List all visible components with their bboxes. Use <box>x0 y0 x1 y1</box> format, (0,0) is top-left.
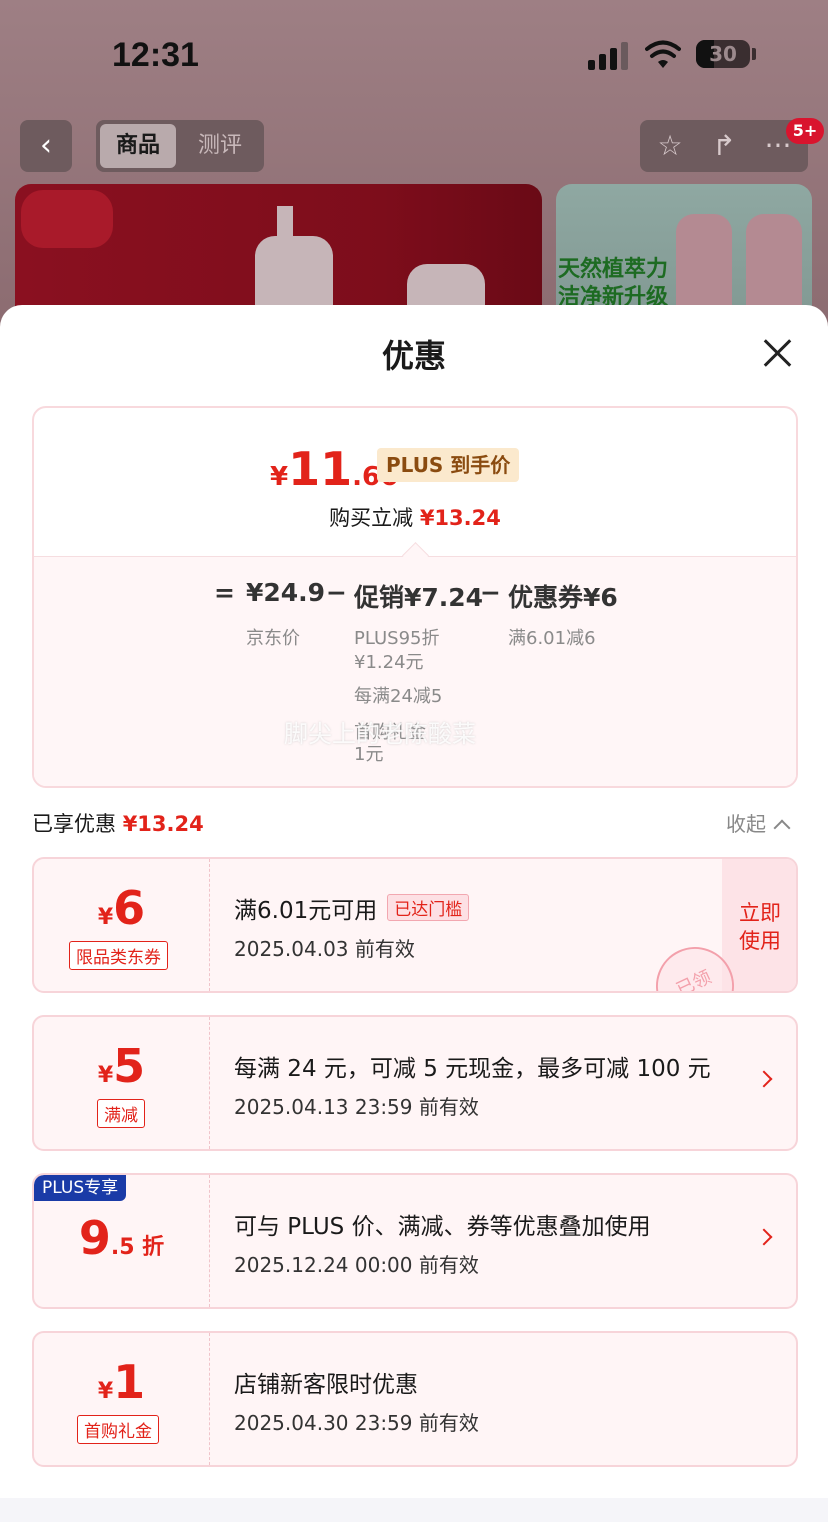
coupon-value: ¥1 <box>34 1355 209 1409</box>
coupon-value: ¥5 <box>34 1039 209 1093</box>
coupon-validity: 2025.04.03 前有效 <box>234 937 415 961</box>
coupon-condition: 每满 24 元，可减 5 元现金，最多可减 100 元 <box>234 1056 711 1082</box>
coupon-card[interactable]: ¥5 满减 每满 24 元，可减 5 元现金，最多可减 100 元 2025.0… <box>32 1015 798 1151</box>
favorite-button[interactable]: ☆ <box>642 120 698 172</box>
sheet-bottom-bar <box>0 1498 828 1522</box>
coupon-amount: 优惠券¥6 <box>508 583 618 612</box>
chevron-up-icon <box>773 819 791 837</box>
promo-detail: PLUS95折 <box>354 628 440 649</box>
instant-discount-label: 购买立减 <box>329 506 414 530</box>
enjoyed-label: 已享优惠 <box>32 812 116 836</box>
price-integer: 11 <box>288 442 353 496</box>
banner-text: 天然植萃力 洁净新升级 <box>558 256 668 312</box>
minus-sign: − <box>480 578 501 607</box>
coupon-value: ¥6 <box>34 881 209 935</box>
use-now-button[interactable]: 立即 使用 <box>722 859 796 991</box>
wifi-icon <box>645 40 681 68</box>
coupon-condition: 满6.01元可用 已达门槛 <box>234 891 470 925</box>
chevron-left-icon: ‹ <box>40 128 52 163</box>
toolbar: ☆ ↱ ··· <box>640 120 808 172</box>
coupon-currency: ¥ <box>97 905 114 930</box>
price-summary-card: ¥11.66 PLUS 到手价 购买立减 ¥13.24 = ¥24.9 − 促销… <box>32 406 798 788</box>
battery-cap <box>752 48 756 60</box>
enjoyed-discount: 已享优惠 ¥13.24 <box>32 808 204 838</box>
jd-price: ¥24.9 <box>246 578 326 607</box>
more-badge: 5+ <box>786 118 824 144</box>
coupon-currency: ¥ <box>97 1063 114 1088</box>
coupon-condition: 可与 PLUS 价、满减、券等优惠叠加使用 <box>234 1214 651 1240</box>
chevron-right-icon <box>755 1228 773 1246</box>
watermark: 脚尖上的老陈酸菜 <box>284 720 476 748</box>
coupon-type-tag: 满减 <box>97 1099 145 1128</box>
coupon-type-tag: 限品类东券 <box>69 941 168 970</box>
coupon-detail: 满6.01减6 <box>508 628 596 649</box>
tab-product[interactable]: 商品 <box>100 124 176 168</box>
coupon-value-panel: ¥5 满减 <box>34 1017 210 1149</box>
back-button[interactable]: ‹ <box>20 120 72 172</box>
jd-price-label: 京东价 <box>246 628 300 649</box>
coupon-number: 6 <box>113 881 146 935</box>
use-now-label: 立即 <box>739 901 781 925</box>
price-currency: ¥ <box>270 462 289 492</box>
coupon-validity: 2025.04.30 23:59 前有效 <box>234 1411 479 1435</box>
tab-review[interactable]: 测评 <box>180 124 260 168</box>
star-icon: ☆ <box>657 129 683 162</box>
coupon-currency: ¥ <box>97 1379 114 1404</box>
share-icon: ↱ <box>712 129 736 162</box>
threshold-reached-tag: 已达门槛 <box>387 894 470 921</box>
battery-icon: 30 <box>696 40 750 68</box>
use-now-label: 使用 <box>739 929 781 953</box>
plus-price-tag: PLUS 到手价 <box>377 448 520 482</box>
collapse-toggle[interactable]: 收起 <box>726 808 791 837</box>
coupon-condition: 店铺新客限时优惠 <box>234 1372 418 1398</box>
collapse-label: 收起 <box>726 812 766 836</box>
status-bar: 12:31 30 <box>0 0 828 110</box>
instant-discount: 购买立减 ¥13.24 <box>34 502 796 532</box>
status-time: 12:31 <box>112 36 199 74</box>
coupon-card[interactable]: 9.5 折 PLUS专享 可与 PLUS 价、满减、券等优惠叠加使用 2025.… <box>32 1173 798 1309</box>
instant-discount-amount: ¥13.24 <box>419 506 501 530</box>
coupon-condition-text: 满6.01元可用 <box>234 898 378 924</box>
promo-detail: 每满24减5 <box>354 686 443 707</box>
coupon-number: 5 <box>113 1039 146 1093</box>
share-button[interactable]: ↱ <box>696 120 752 172</box>
close-icon[interactable] <box>758 333 798 373</box>
coupon-value: 9.5 折 <box>34 1211 209 1265</box>
signal-icon <box>588 42 628 70</box>
coupon-type-tag: 首购礼金 <box>77 1415 159 1444</box>
sheet-title: 优惠 <box>381 337 446 375</box>
coupon-validity: 2025.04.13 23:59 前有效 <box>234 1095 479 1119</box>
discount-sub: .5 折 <box>110 1235 165 1260</box>
banner-text-line-1: 天然植萃力 <box>558 257 669 282</box>
coupon-card: ¥6 限品类东券 满6.01元可用 已达门槛 2025.04.03 前有效 立即 … <box>32 857 798 993</box>
minus-sign: − <box>326 578 347 607</box>
coupon-card: ¥1 首购礼金 店铺新客限时优惠 2025.04.30 23:59 前有效 <box>32 1331 798 1467</box>
battery-level: 30 <box>709 42 737 66</box>
brand-logo <box>21 190 113 248</box>
coupon-validity: 2025.12.24 00:00 前有效 <box>234 1253 479 1277</box>
discount-sheet: 优惠 ¥11.66 PLUS 到手价 购买立减 ¥13.24 = ¥24.9 −… <box>0 305 828 1522</box>
plus-exclusive-badge: PLUS专享 <box>34 1175 127 1201</box>
coupon-value-panel: ¥6 限品类东券 <box>34 859 210 991</box>
promo-amount: 促销¥7.24 <box>354 583 484 612</box>
tab-switcher: 商品 测评 <box>96 120 264 172</box>
coupon-number: 1 <box>113 1355 146 1409</box>
promo-detail: ¥1.24元 <box>354 652 424 673</box>
discount-main: 9 <box>78 1211 111 1265</box>
chevron-right-icon <box>755 1070 773 1088</box>
coupon-value-panel: ¥1 首购礼金 <box>34 1333 210 1465</box>
equals-sign: = <box>214 578 235 607</box>
enjoyed-amount: ¥13.24 <box>122 812 204 836</box>
